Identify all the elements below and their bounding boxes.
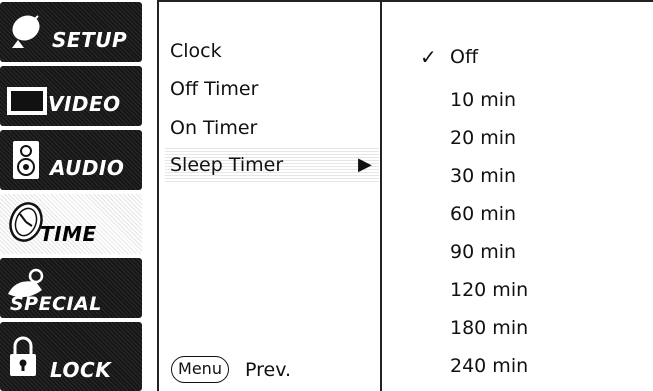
option-120-min[interactable]: 120 min [450,279,528,301]
option-off[interactable]: Off [450,46,478,68]
option-60-min[interactable]: 60 min [450,203,516,225]
tv-screen-icon [7,87,47,115]
option-90-min[interactable]: 90 min [450,241,516,263]
menu-panel [157,0,653,391]
category-time[interactable]: TIME [0,194,142,254]
padlock-icon [10,336,36,376]
menu-item-clock[interactable]: Clock [170,40,222,62]
category-special[interactable]: SPECIAL [0,258,142,318]
option-20-min[interactable]: 20 min [450,127,516,149]
menu-item-on-timer[interactable]: On Timer [170,117,257,139]
category-video[interactable]: VIDEO [0,66,142,126]
category-audio[interactable]: AUDIO [0,130,142,190]
option-180-min[interactable]: 180 min [450,317,528,339]
option-10-min[interactable]: 10 min [450,89,516,111]
menu-button[interactable]: Menu [171,356,229,383]
submenu-arrow-icon: ▶ [358,154,372,175]
category-setup[interactable]: SETUP [0,2,142,62]
satellite-dish-icon [12,15,40,48]
menu-item-off-timer[interactable]: Off Timer [170,78,258,100]
option-240-min[interactable]: 240 min [450,355,528,377]
category-label: SPECIAL [10,293,102,315]
category-label: TIME [40,222,97,246]
speaker-icon [13,141,39,179]
checkmark-icon: ✓ [420,45,437,69]
category-label: VIDEO [48,92,121,116]
category-label: SETUP [52,28,128,52]
category-lock[interactable]: LOCK [0,322,142,391]
menu-item-sleep-timer[interactable]: Sleep Timer [170,154,283,176]
option-30-min[interactable]: 30 min [450,165,516,187]
category-label: AUDIO [50,156,125,180]
prev-label: Prev. [245,359,292,381]
panel-divider [380,0,382,391]
category-sidebar: SETUP VIDEO AUDIO TIME SPECIAL LOCK [0,0,142,391]
category-label: LOCK [50,358,112,382]
